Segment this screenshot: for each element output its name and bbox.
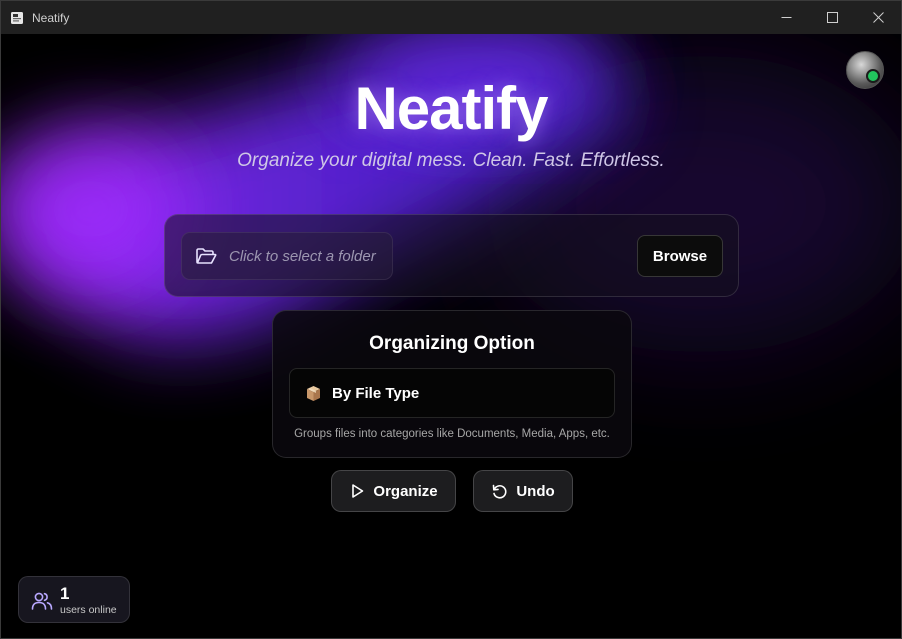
maximize-button[interactable] [809, 1, 855, 34]
window-title: Neatify [32, 10, 70, 25]
organize-label: Organize [373, 482, 438, 500]
option-description: Groups files into categories like Docume… [294, 428, 610, 440]
users-online-count: 1 [60, 584, 70, 603]
close-icon [872, 12, 884, 23]
selected-option-label: By File Type [332, 384, 420, 402]
app-icon [10, 11, 24, 25]
title-bar[interactable]: Neatify [1, 1, 901, 34]
undo-button[interactable]: Undo [473, 470, 573, 512]
play-icon [349, 483, 365, 499]
app-title: Neatify [354, 75, 548, 142]
users-online-badge: 1 users online [18, 576, 130, 623]
undo-icon [491, 483, 508, 500]
folder-select-field[interactable]: Click to select a folder [181, 232, 393, 280]
undo-label: Undo [516, 482, 555, 500]
organizing-options-panel: Organizing Option By File Type Groups fi… [272, 310, 632, 458]
organizing-option-select[interactable]: By File Type [289, 368, 615, 418]
organize-button[interactable]: Organize [331, 470, 456, 512]
close-button[interactable] [855, 1, 901, 34]
package-box-icon [305, 385, 322, 402]
window-controls [763, 1, 901, 34]
browse-button[interactable]: Browse [637, 235, 723, 277]
app-window: Neatify Neatify Organize your digital me… [0, 0, 902, 639]
users-online-label: users online [60, 604, 117, 616]
users-icon [31, 591, 53, 611]
folder-open-icon [195, 246, 217, 266]
minimize-button[interactable] [763, 1, 809, 34]
options-title: Organizing Option [369, 333, 535, 354]
minimize-icon [781, 17, 791, 18]
main-content: Neatify Organize your digital mess. Clea… [1, 34, 901, 638]
maximize-icon [826, 12, 838, 23]
folder-picker-panel: Click to select a folder Browse [164, 214, 739, 297]
folder-placeholder: Click to select a folder [229, 247, 376, 265]
tagline: Organize your digital mess. Clean. Fast.… [237, 150, 665, 171]
